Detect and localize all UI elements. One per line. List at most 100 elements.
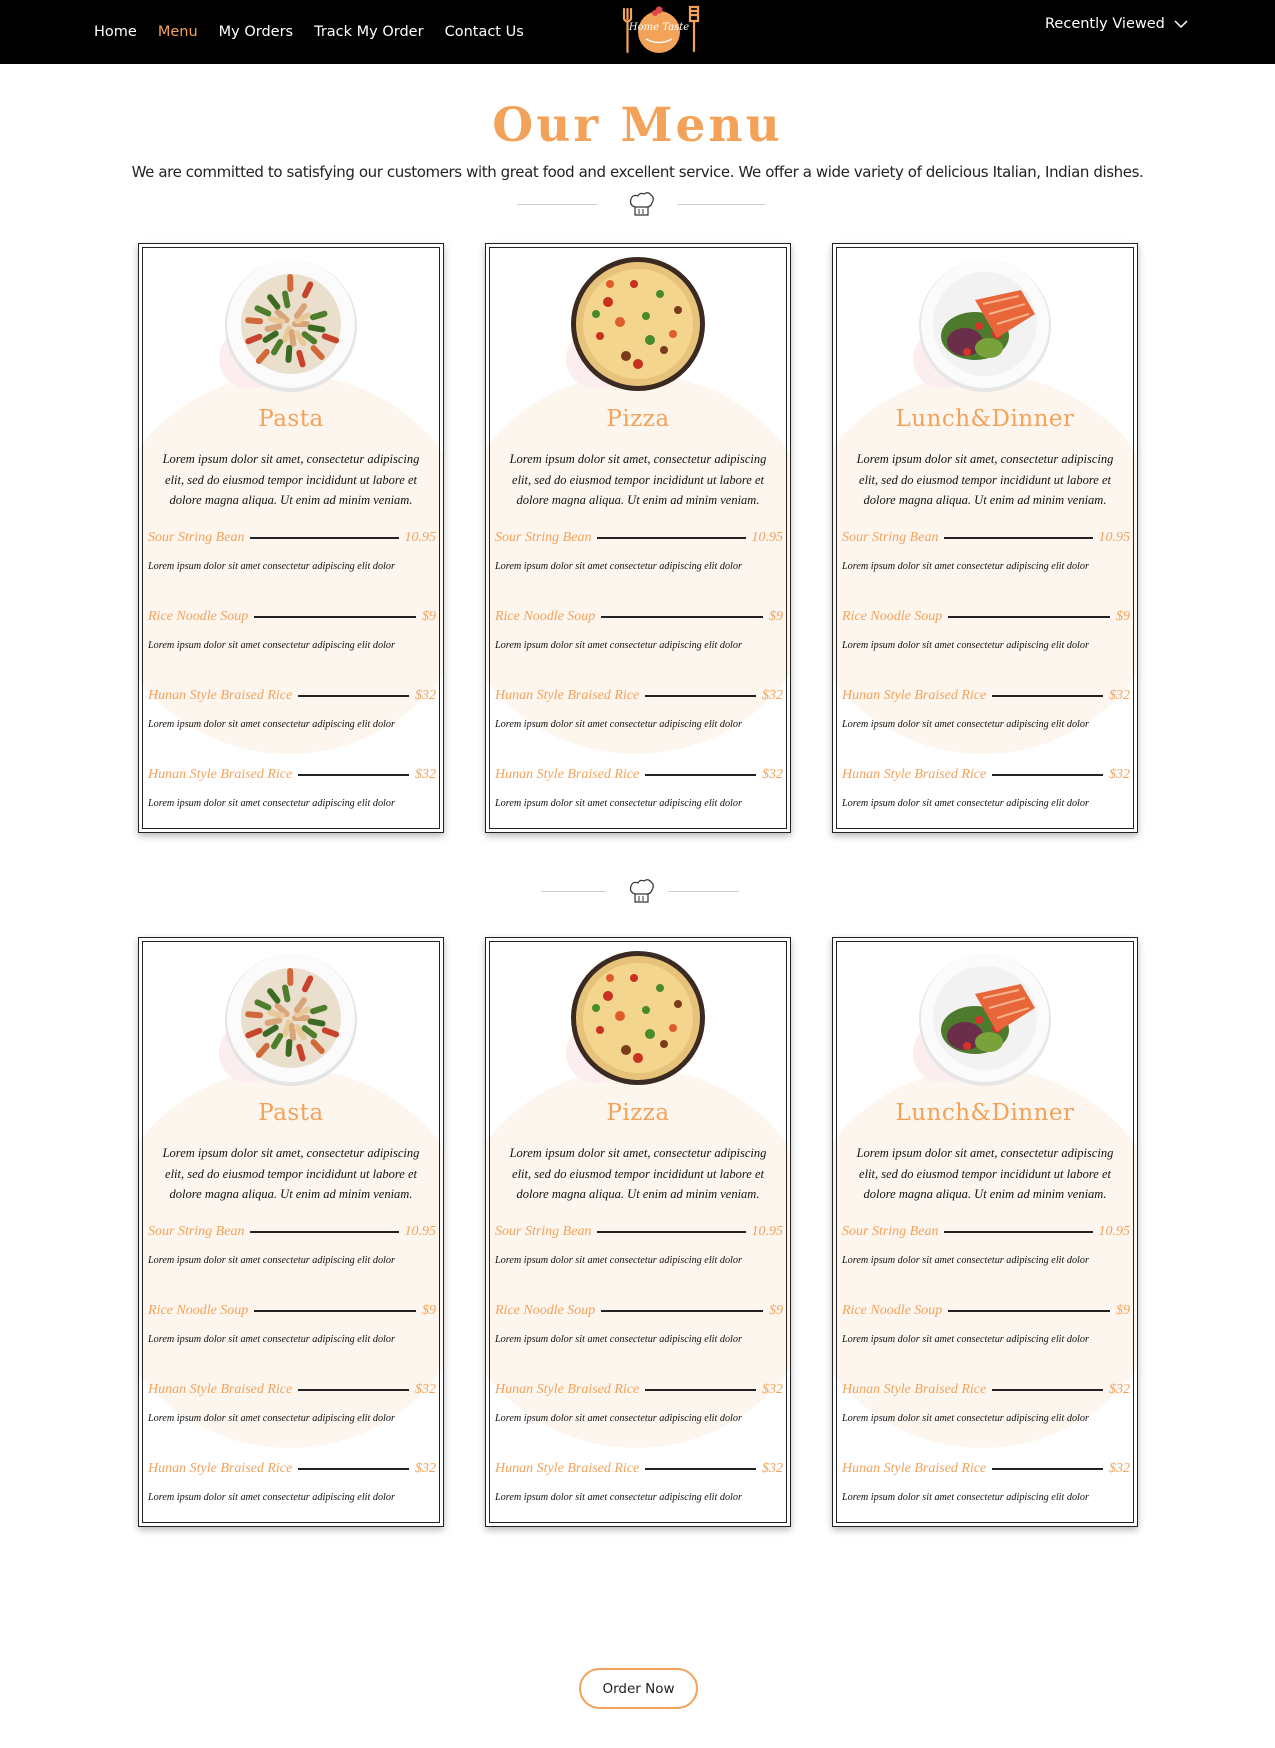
menu-item[interactable]: Rice Noodle Soup $9 Lorem ipsum dolor si… — [148, 607, 436, 667]
menu-item[interactable]: Rice Noodle Soup $9 Lorem ipsum dolor si… — [495, 1301, 783, 1361]
chef-hat-icon — [629, 192, 654, 216]
menu-item-description: Lorem ipsum dolor sit amet consectetur a… — [495, 719, 742, 730]
menu-item[interactable]: Hunan Style Braised Rice $32 Lorem ipsum… — [842, 1380, 1130, 1440]
menu-item[interactable]: Hunan Style Braised Rice $32 Lorem ipsum… — [148, 1459, 436, 1519]
menu-item-price: 10.95 — [1098, 530, 1131, 545]
menu-item[interactable]: Sour String Bean 10.95 Lorem ipsum dolor… — [842, 528, 1130, 588]
dotted-leader — [948, 616, 1110, 618]
menu-item-description: Lorem ipsum dolor sit amet consectetur a… — [495, 798, 742, 809]
menu-item-name: Hunan Style Braised Rice — [842, 767, 987, 782]
menu-item[interactable]: Sour String Bean 10.95 Lorem ipsum dolor… — [495, 1222, 783, 1282]
menu-item-name: Rice Noodle Soup — [495, 609, 596, 624]
menu-item-description: Lorem ipsum dolor sit amet consectetur a… — [148, 798, 395, 809]
menu-item-description: Lorem ipsum dolor sit amet consectetur a… — [495, 1413, 742, 1424]
nav-track-my-order[interactable]: Track My Order — [314, 24, 423, 40]
nav-my-orders[interactable]: My Orders — [219, 24, 293, 40]
menu-item[interactable]: Rice Noodle Soup $9 Lorem ipsum dolor si… — [148, 1301, 436, 1361]
card-description: Lorem ipsum dolor sit amet, consectetur … — [856, 452, 1114, 507]
menu-item[interactable]: Sour String Bean 10.95 Lorem ipsum dolor… — [495, 528, 783, 588]
menu-item[interactable]: Hunan Style Braised Rice $32 Lorem ipsum… — [148, 686, 436, 746]
dotted-leader — [601, 616, 763, 618]
card-description: Lorem ipsum dolor sit amet, consectetur … — [162, 1146, 420, 1201]
menu-item-price: $32 — [762, 1382, 783, 1397]
card-title: Pizza — [606, 406, 670, 432]
menu-item-price: 10.95 — [404, 530, 437, 545]
menu-item-price: $32 — [762, 767, 783, 782]
top-navbar: Home Menu My Orders Track My Order Conta… — [0, 0, 1275, 64]
menu-item-name: Rice Noodle Soup — [842, 1303, 943, 1318]
menu-item[interactable]: Rice Noodle Soup $9 Lorem ipsum dolor si… — [842, 1301, 1130, 1361]
menu-item-price: $32 — [1109, 1382, 1130, 1397]
menu-item-name: Hunan Style Braised Rice — [148, 1382, 293, 1397]
menu-item-price: $32 — [415, 1461, 436, 1476]
menu-item[interactable]: Hunan Style Braised Rice $32 Lorem ipsum… — [842, 1459, 1130, 1519]
menu-item[interactable]: Hunan Style Braised Rice $32 Lorem ipsum… — [495, 1380, 783, 1440]
menu-item[interactable]: Rice Noodle Soup $9 Lorem ipsum dolor si… — [495, 607, 783, 667]
menu-item-price: $9 — [1116, 609, 1130, 624]
pasta-dish-image — [225, 954, 357, 1086]
menu-item[interactable]: Hunan Style Braised Rice $32 Lorem ipsum… — [148, 1380, 436, 1440]
menu-item-price: 10.95 — [751, 1224, 784, 1239]
menu-item[interactable]: Hunan Style Braised Rice $32 Lorem ipsum… — [495, 1459, 783, 1519]
menu-item[interactable]: Sour String Bean 10.95 Lorem ipsum dolor… — [842, 1222, 1130, 1282]
card-title: Pasta — [258, 406, 324, 432]
dotted-leader — [645, 695, 756, 697]
dotted-leader — [597, 537, 746, 539]
menu-item-description: Lorem ipsum dolor sit amet consectetur a… — [842, 1413, 1089, 1424]
menu-item-description: Lorem ipsum dolor sit amet consectetur a… — [842, 719, 1089, 730]
menu-card: Lunch&Dinner Lorem ipsum dolor sit amet,… — [832, 937, 1138, 1527]
chef-hat-divider — [541, 877, 739, 907]
menu-item-name: Hunan Style Braised Rice — [495, 767, 640, 782]
card-title: Lunch&Dinner — [895, 406, 1075, 432]
dotted-leader — [992, 1389, 1103, 1391]
menu-item-name: Sour String Bean — [842, 1224, 939, 1239]
dotted-leader — [250, 537, 399, 539]
recently-viewed-dropdown[interactable]: Recently Viewed — [1045, 16, 1188, 32]
menu-item-description: Lorem ipsum dolor sit amet consectetur a… — [148, 640, 395, 651]
card-description: Lorem ipsum dolor sit amet, consectetur … — [162, 452, 420, 507]
dotted-leader — [944, 537, 1093, 539]
dotted-leader — [992, 1468, 1103, 1470]
menu-item-price: $9 — [769, 609, 783, 624]
pasta-dish-image — [225, 260, 357, 392]
menu-item-name: Rice Noodle Soup — [495, 1303, 596, 1318]
menu-item-name: Sour String Bean — [148, 530, 245, 545]
menu-item[interactable]: Hunan Style Braised Rice $32 Lorem ipsum… — [148, 765, 436, 825]
card-description: Lorem ipsum dolor sit amet, consectetur … — [509, 452, 767, 507]
menu-item-name: Rice Noodle Soup — [148, 1303, 249, 1318]
menu-item-description: Lorem ipsum dolor sit amet consectetur a… — [495, 640, 742, 651]
menu-item-price: $9 — [1116, 1303, 1130, 1318]
salmon-salad-dish-image — [919, 260, 1051, 392]
nav-menu[interactable]: Menu — [158, 24, 198, 40]
menu-item-description: Lorem ipsum dolor sit amet consectetur a… — [842, 1492, 1089, 1503]
menu-item[interactable]: Hunan Style Braised Rice $32 Lorem ipsum… — [495, 686, 783, 746]
menu-item[interactable]: Sour String Bean 10.95 Lorem ipsum dolor… — [148, 1222, 436, 1282]
menu-item-name: Hunan Style Braised Rice — [148, 767, 293, 782]
menu-item-price: $9 — [422, 1303, 436, 1318]
menu-item[interactable]: Hunan Style Braised Rice $32 Lorem ipsum… — [495, 765, 783, 825]
salmon-salad-dish-image — [919, 954, 1051, 1086]
menu-item-description: Lorem ipsum dolor sit amet consectetur a… — [148, 719, 395, 730]
menu-card: Lunch&Dinner Lorem ipsum dolor sit amet,… — [832, 243, 1138, 833]
menu-item-price: $32 — [762, 688, 783, 703]
order-now-button[interactable]: Order Now — [579, 1668, 698, 1709]
menu-item[interactable]: Rice Noodle Soup $9 Lorem ipsum dolor si… — [842, 607, 1130, 667]
menu-item-name: Rice Noodle Soup — [842, 609, 943, 624]
menu-item[interactable]: Hunan Style Braised Rice $32 Lorem ipsum… — [842, 765, 1130, 825]
nav-home[interactable]: Home — [94, 24, 137, 40]
menu-item-name: Hunan Style Braised Rice — [842, 1461, 987, 1476]
menu-item-name: Rice Noodle Soup — [148, 609, 249, 624]
menu-item-description: Lorem ipsum dolor sit amet consectetur a… — [148, 1413, 395, 1424]
menu-item-name: Hunan Style Braised Rice — [495, 1382, 640, 1397]
dotted-leader — [948, 1310, 1110, 1312]
dotted-leader — [250, 1231, 399, 1233]
menu-item[interactable]: Sour String Bean 10.95 Lorem ipsum dolor… — [148, 528, 436, 588]
menu-item[interactable]: Hunan Style Braised Rice $32 Lorem ipsum… — [842, 686, 1130, 746]
menu-item-price: 10.95 — [1098, 1224, 1131, 1239]
dotted-leader — [645, 1468, 756, 1470]
chevron-down-icon — [1174, 20, 1188, 29]
menu-item-price: $32 — [1109, 767, 1130, 782]
menu-item-price: $32 — [1109, 1461, 1130, 1476]
home-taste-logo[interactable]: Home Taste — [616, 3, 702, 55]
nav-contact-us[interactable]: Contact Us — [445, 24, 524, 40]
